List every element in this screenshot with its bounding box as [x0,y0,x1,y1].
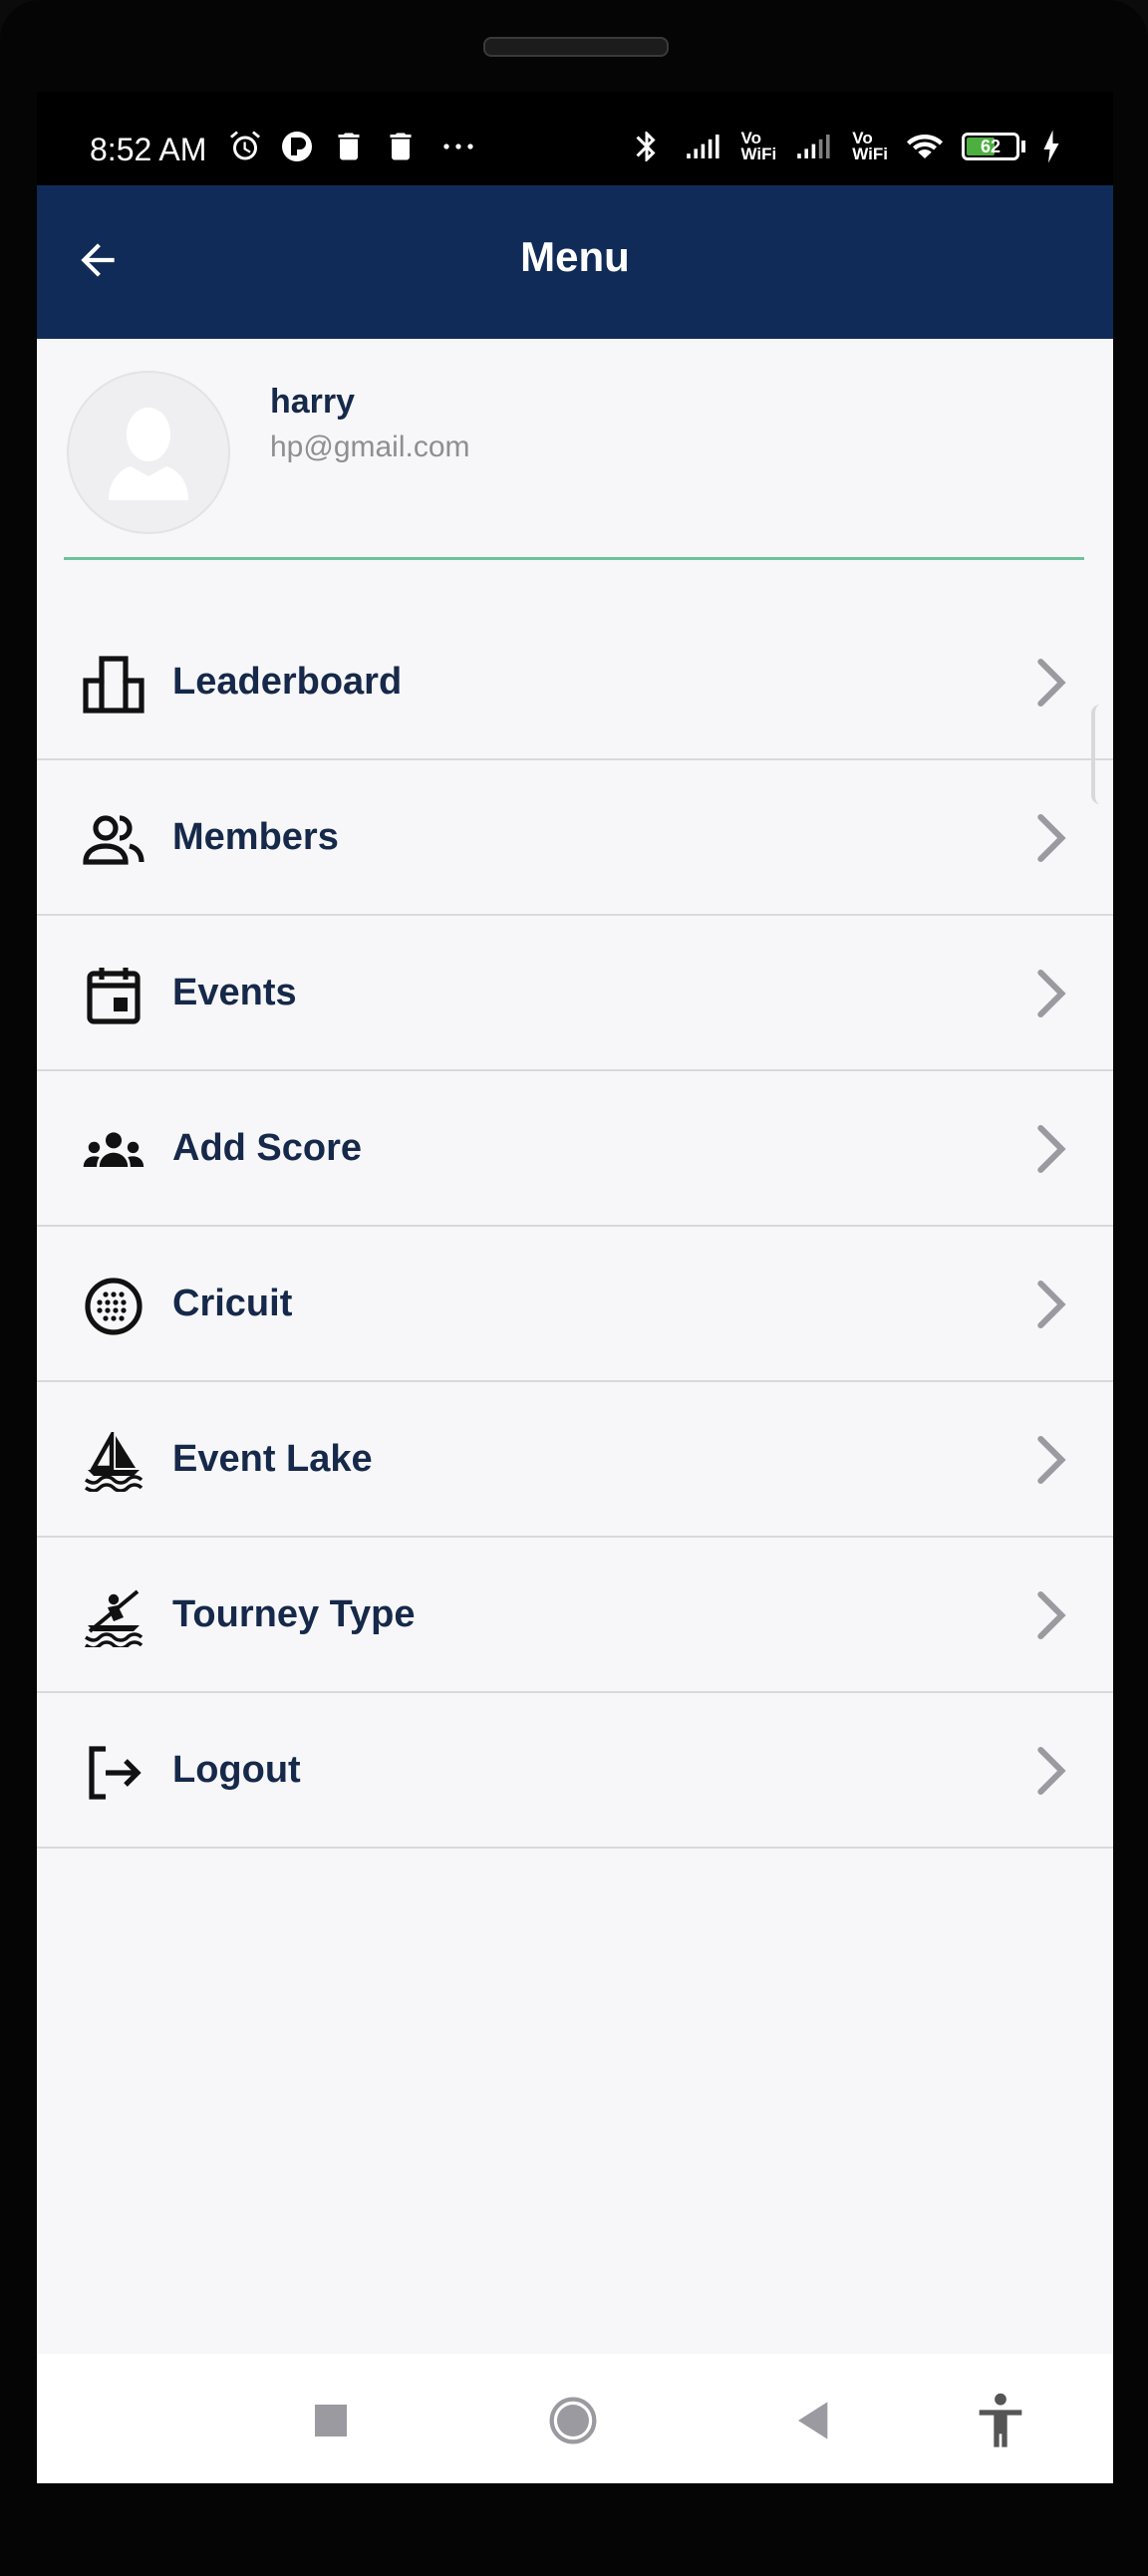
menu-item-events[interactable]: Events [37,916,1113,1071]
menu-item-logout[interactable]: Logout [37,1693,1113,1849]
vowifi-icon: Vo WiFi [852,129,888,163]
menu-item-add-score[interactable]: Add Score [37,1071,1113,1227]
bottom-bezel [0,2483,1148,2576]
avatar[interactable] [67,371,230,534]
profile-name: harry [270,383,356,421]
menu-item-members[interactable]: Members [37,760,1113,916]
app-notification-icon [278,128,316,165]
more-dots-icon [433,128,483,165]
chevron-right-icon [1027,966,1077,1021]
logout-icon [79,1743,148,1803]
menu-item-label: Event Lake [172,1438,373,1480]
chevron-right-icon [1027,1121,1077,1177]
home-circle-icon [549,2397,597,2444]
charging-icon [1039,128,1063,165]
status-left-icons [226,128,483,165]
menu-item-tourney-type[interactable]: Tourney Type [37,1538,1113,1693]
recents-button[interactable] [296,2386,366,2455]
chevron-right-icon [1027,1587,1077,1643]
screen: 8:52 AM Vo WiFi Vo WiFi 62 Menu harry hp… [37,92,1113,2483]
menu-item-leaderboard[interactable]: Leaderboard [37,605,1113,760]
menu-item-label: Members [172,816,339,858]
menu-item-label: Logout [172,1749,301,1791]
home-button[interactable] [538,2386,608,2455]
battery-level: 62 [980,136,1002,156]
chevron-right-icon [1027,810,1077,866]
circuit-icon [79,1277,148,1336]
trash-icon [330,128,368,165]
leaderboard-icon [79,655,148,715]
speaker-grille [483,37,669,57]
menu-item-label: Tourney Type [172,1593,416,1635]
recents-square-icon [315,2405,347,2436]
accessibility-button[interactable] [966,2386,1035,2455]
accessibility-icon [979,2393,1022,2447]
profile-email: hp@gmail.com [270,430,470,463]
trash-icon [382,128,420,165]
menu-item-cricuit[interactable]: Cricuit [37,1227,1113,1382]
alarm-icon [226,128,264,165]
menu-item-label: Add Score [172,1127,363,1169]
members-icon [79,810,148,870]
system-nav-bar [37,2354,1113,2483]
signal-icon [790,128,838,165]
signal-icon [680,128,727,165]
status-bar: 8:52 AM Vo WiFi Vo WiFi 62 [37,92,1113,185]
bluetooth-icon [628,128,666,165]
calendar-icon [79,966,148,1025]
menu-item-label: Leaderboard [172,661,403,703]
status-time: 8:52 AM [90,132,207,167]
chevron-right-icon [1027,1277,1077,1332]
user-placeholder-icon [109,408,188,500]
menu-item-event-lake[interactable]: Event Lake [37,1382,1113,1538]
profile-section: harry hp@gmail.com [37,339,1113,563]
edge-scroll-handle[interactable] [1091,705,1109,804]
menu-item-label: Events [172,972,297,1013]
menu-item-label: Cricuit [172,1283,293,1324]
vowifi-icon: Vo WiFi [740,129,777,163]
wifi-icon [902,128,948,165]
group-icon [79,1121,148,1181]
page-title: Menu [520,233,630,280]
kayak-icon [79,1587,148,1647]
sailboat-icon [79,1432,148,1492]
battery-icon: 62 [962,133,1025,160]
menu-list: Leaderboard Members Events Add Score Cri… [37,605,1113,1849]
back-nav-button[interactable] [779,2386,849,2455]
app-header: Menu [37,185,1113,339]
profile-divider [64,557,1084,560]
status-right-icons: Vo WiFi Vo WiFi 62 [628,128,1063,165]
phone-frame: 8:52 AM Vo WiFi Vo WiFi 62 Menu harry hp… [0,0,1148,2576]
chevron-right-icon [1027,655,1077,711]
chevron-right-icon [1027,1743,1077,1799]
back-triangle-icon [798,2402,828,2439]
chevron-right-icon [1027,1432,1077,1488]
